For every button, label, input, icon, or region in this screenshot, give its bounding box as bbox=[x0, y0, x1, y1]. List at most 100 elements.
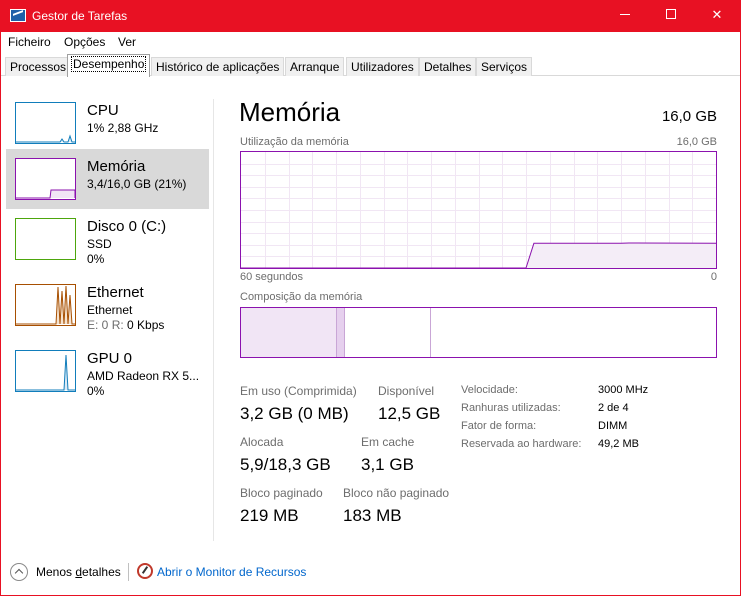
menu-file[interactable]: Ficheiro bbox=[8, 35, 51, 49]
memory-thumbnail-svg bbox=[16, 189, 75, 199]
close-button[interactable]: ✕ bbox=[694, 1, 740, 32]
sidebar-disk-type: SSD bbox=[87, 237, 112, 251]
tab-startup[interactable]: Arranque bbox=[285, 57, 345, 76]
available-value: 12,5 GB bbox=[378, 404, 441, 423]
tab-app-history-label: Histórico de aplicações bbox=[156, 60, 280, 74]
ethernet-send: E: 0 bbox=[87, 318, 109, 332]
sidebar-ethernet-adapter: Ethernet bbox=[87, 303, 133, 317]
sidebar-disk-usage: 0% bbox=[87, 252, 105, 266]
available-label: Disponível bbox=[378, 384, 435, 398]
tab-processes[interactable]: Processos bbox=[5, 57, 72, 76]
sidebar-item-cpu[interactable]: CPU 1% 2,88 GHz bbox=[6, 93, 209, 153]
composition-in-use[interactable] bbox=[241, 308, 337, 357]
composition-modified[interactable] bbox=[337, 308, 345, 357]
tab-performance[interactable]: Desempenho bbox=[67, 54, 151, 77]
sidebar-item-ethernet[interactable]: Ethernet Ethernet E: 0 R: 0 Kbps bbox=[6, 275, 209, 335]
tab-details-label: Detalhes bbox=[424, 60, 472, 74]
cpu-thumbnail-graph bbox=[15, 102, 76, 144]
sidebar-memory-name: Memória bbox=[87, 158, 146, 175]
fewer-suffix: etalhes bbox=[82, 565, 121, 579]
cached-label: Em cache bbox=[361, 435, 415, 449]
hardware-reserved-label: Reservada ao hardware: bbox=[461, 438, 582, 450]
paged-pool-label: Bloco paginado bbox=[240, 486, 323, 500]
tab-users[interactable]: Utilizadores bbox=[346, 57, 419, 76]
gpu-thumbnail-graph bbox=[15, 350, 76, 392]
sidebar-item-disk[interactable]: Disco 0 (C:) SSD 0% bbox=[6, 209, 209, 269]
resource-monitor-icon[interactable] bbox=[137, 563, 153, 579]
sidebar-item-memory[interactable]: Memória 3,4/16,0 GB (21%) bbox=[6, 149, 209, 209]
panel-title: Memória bbox=[239, 97, 341, 127]
menu-bar: Ficheiro Opções Ver bbox=[1, 32, 740, 52]
speed-label: Velocidade: bbox=[461, 384, 518, 396]
menu-options[interactable]: Opções bbox=[64, 35, 105, 49]
nonpaged-pool-label: Bloco não paginado bbox=[343, 486, 450, 500]
form-factor-value: DIMM bbox=[598, 420, 628, 432]
minimize-icon bbox=[620, 13, 630, 15]
committed-value: 5,9/18,3 GB bbox=[240, 455, 331, 474]
tab-details[interactable]: Detalhes bbox=[419, 57, 477, 76]
memory-usage-svg bbox=[241, 152, 716, 268]
footer: Menos detalhes Abrir o Monitor de Recurs… bbox=[1, 557, 740, 587]
maximize-icon bbox=[666, 9, 676, 19]
sidebar-gpu-model: AMD Radeon RX 5... bbox=[87, 369, 200, 383]
gpu-thumbnail-svg bbox=[16, 354, 75, 391]
task-manager-window: Gestor de Tarefas ✕ Ficheiro Opções Ver … bbox=[0, 0, 741, 596]
graph-time-left: 60 segundos bbox=[240, 271, 303, 283]
tab-services-label: Serviços bbox=[481, 60, 528, 74]
graph-time-right: 0 bbox=[710, 271, 717, 283]
tab-strip: Processos Desempenho Histórico de aplica… bbox=[1, 54, 740, 77]
ethernet-thumbnail-graph bbox=[15, 284, 76, 326]
paged-pool-value: 219 MB bbox=[240, 506, 299, 525]
hardware-reserved-value: 49,2 MB bbox=[598, 438, 639, 450]
sidebar-gpu-usage: 0% bbox=[87, 384, 105, 398]
in-use-label: Em uso (Comprimida) bbox=[240, 384, 357, 398]
close-icon: ✕ bbox=[711, 8, 723, 23]
composition-label: Composição da memória bbox=[240, 291, 363, 303]
usage-graph-max: 16,0 GB bbox=[676, 136, 717, 148]
sidebar-cpu-usage: 1% 2,88 GHz bbox=[87, 121, 159, 135]
speed-value: 3000 MHz bbox=[598, 384, 649, 396]
tab-services[interactable]: Serviços bbox=[476, 57, 533, 76]
sidebar-ethernet-throughput: E: 0 R: 0 Kbps bbox=[87, 318, 164, 332]
resource-sidebar: CPU 1% 2,88 GHz Memória 3,4/16,0 GB (21%… bbox=[1, 77, 213, 547]
slots-used-value: 2 de 4 bbox=[598, 402, 629, 414]
tab-app-history[interactable]: Histórico de aplicações bbox=[151, 57, 285, 76]
sidebar-cpu-name: CPU bbox=[87, 102, 119, 119]
tab-processes-label: Processos bbox=[10, 60, 67, 74]
window-title: Gestor de Tarefas bbox=[32, 9, 128, 23]
slots-used-label: Ranhuras utilizadas: bbox=[461, 402, 561, 414]
nonpaged-pool-value: 183 MB bbox=[343, 506, 402, 525]
memory-composition-bar bbox=[240, 307, 717, 358]
memory-usage-graph bbox=[240, 151, 717, 269]
total-memory: 16,0 GB bbox=[661, 108, 717, 125]
open-resource-monitor-link[interactable]: Abrir o Monitor de Recursos bbox=[157, 565, 306, 579]
cpu-thumbnail-svg bbox=[16, 134, 75, 143]
ethernet-thumbnail-svg bbox=[16, 285, 75, 325]
composition-standby[interactable] bbox=[345, 308, 431, 357]
memory-panel: Memória 16,0 GB Utilização da memória 16… bbox=[214, 77, 740, 547]
form-factor-label: Fator de forma: bbox=[461, 420, 537, 432]
menu-view[interactable]: Ver bbox=[118, 35, 136, 49]
sidebar-memory-usage: 3,4/16,0 GB (21%) bbox=[87, 177, 187, 191]
fewer-prefix: Menos bbox=[36, 565, 76, 579]
ethernet-receive-label: R: bbox=[111, 318, 124, 332]
in-use-value: 3,2 GB (0 MB) bbox=[240, 404, 349, 423]
footer-separator bbox=[128, 563, 129, 581]
sidebar-disk-name: Disco 0 (C:) bbox=[87, 218, 167, 235]
sidebar-gpu-name: GPU 0 bbox=[87, 350, 133, 367]
memory-thumbnail-graph bbox=[15, 158, 76, 200]
ethernet-receive: 0 Kbps bbox=[123, 318, 165, 332]
committed-label: Alocada bbox=[240, 435, 284, 449]
maximize-button[interactable] bbox=[648, 1, 694, 32]
tab-startup-label: Arranque bbox=[290, 60, 340, 74]
title-bar[interactable]: Gestor de Tarefas ✕ bbox=[1, 1, 740, 32]
chevron-up-icon[interactable] bbox=[10, 563, 28, 581]
disk-thumbnail-graph bbox=[15, 218, 76, 260]
minimize-button[interactable] bbox=[602, 1, 648, 32]
task-manager-app-icon bbox=[10, 9, 26, 22]
tab-performance-label: Desempenho bbox=[70, 56, 147, 72]
composition-free[interactable] bbox=[431, 308, 716, 357]
sidebar-item-gpu[interactable]: GPU 0 AMD Radeon RX 5... 0% bbox=[6, 341, 209, 401]
fewer-details-link[interactable]: Menos detalhes bbox=[36, 565, 121, 579]
tab-users-label: Utilizadores bbox=[351, 60, 414, 74]
